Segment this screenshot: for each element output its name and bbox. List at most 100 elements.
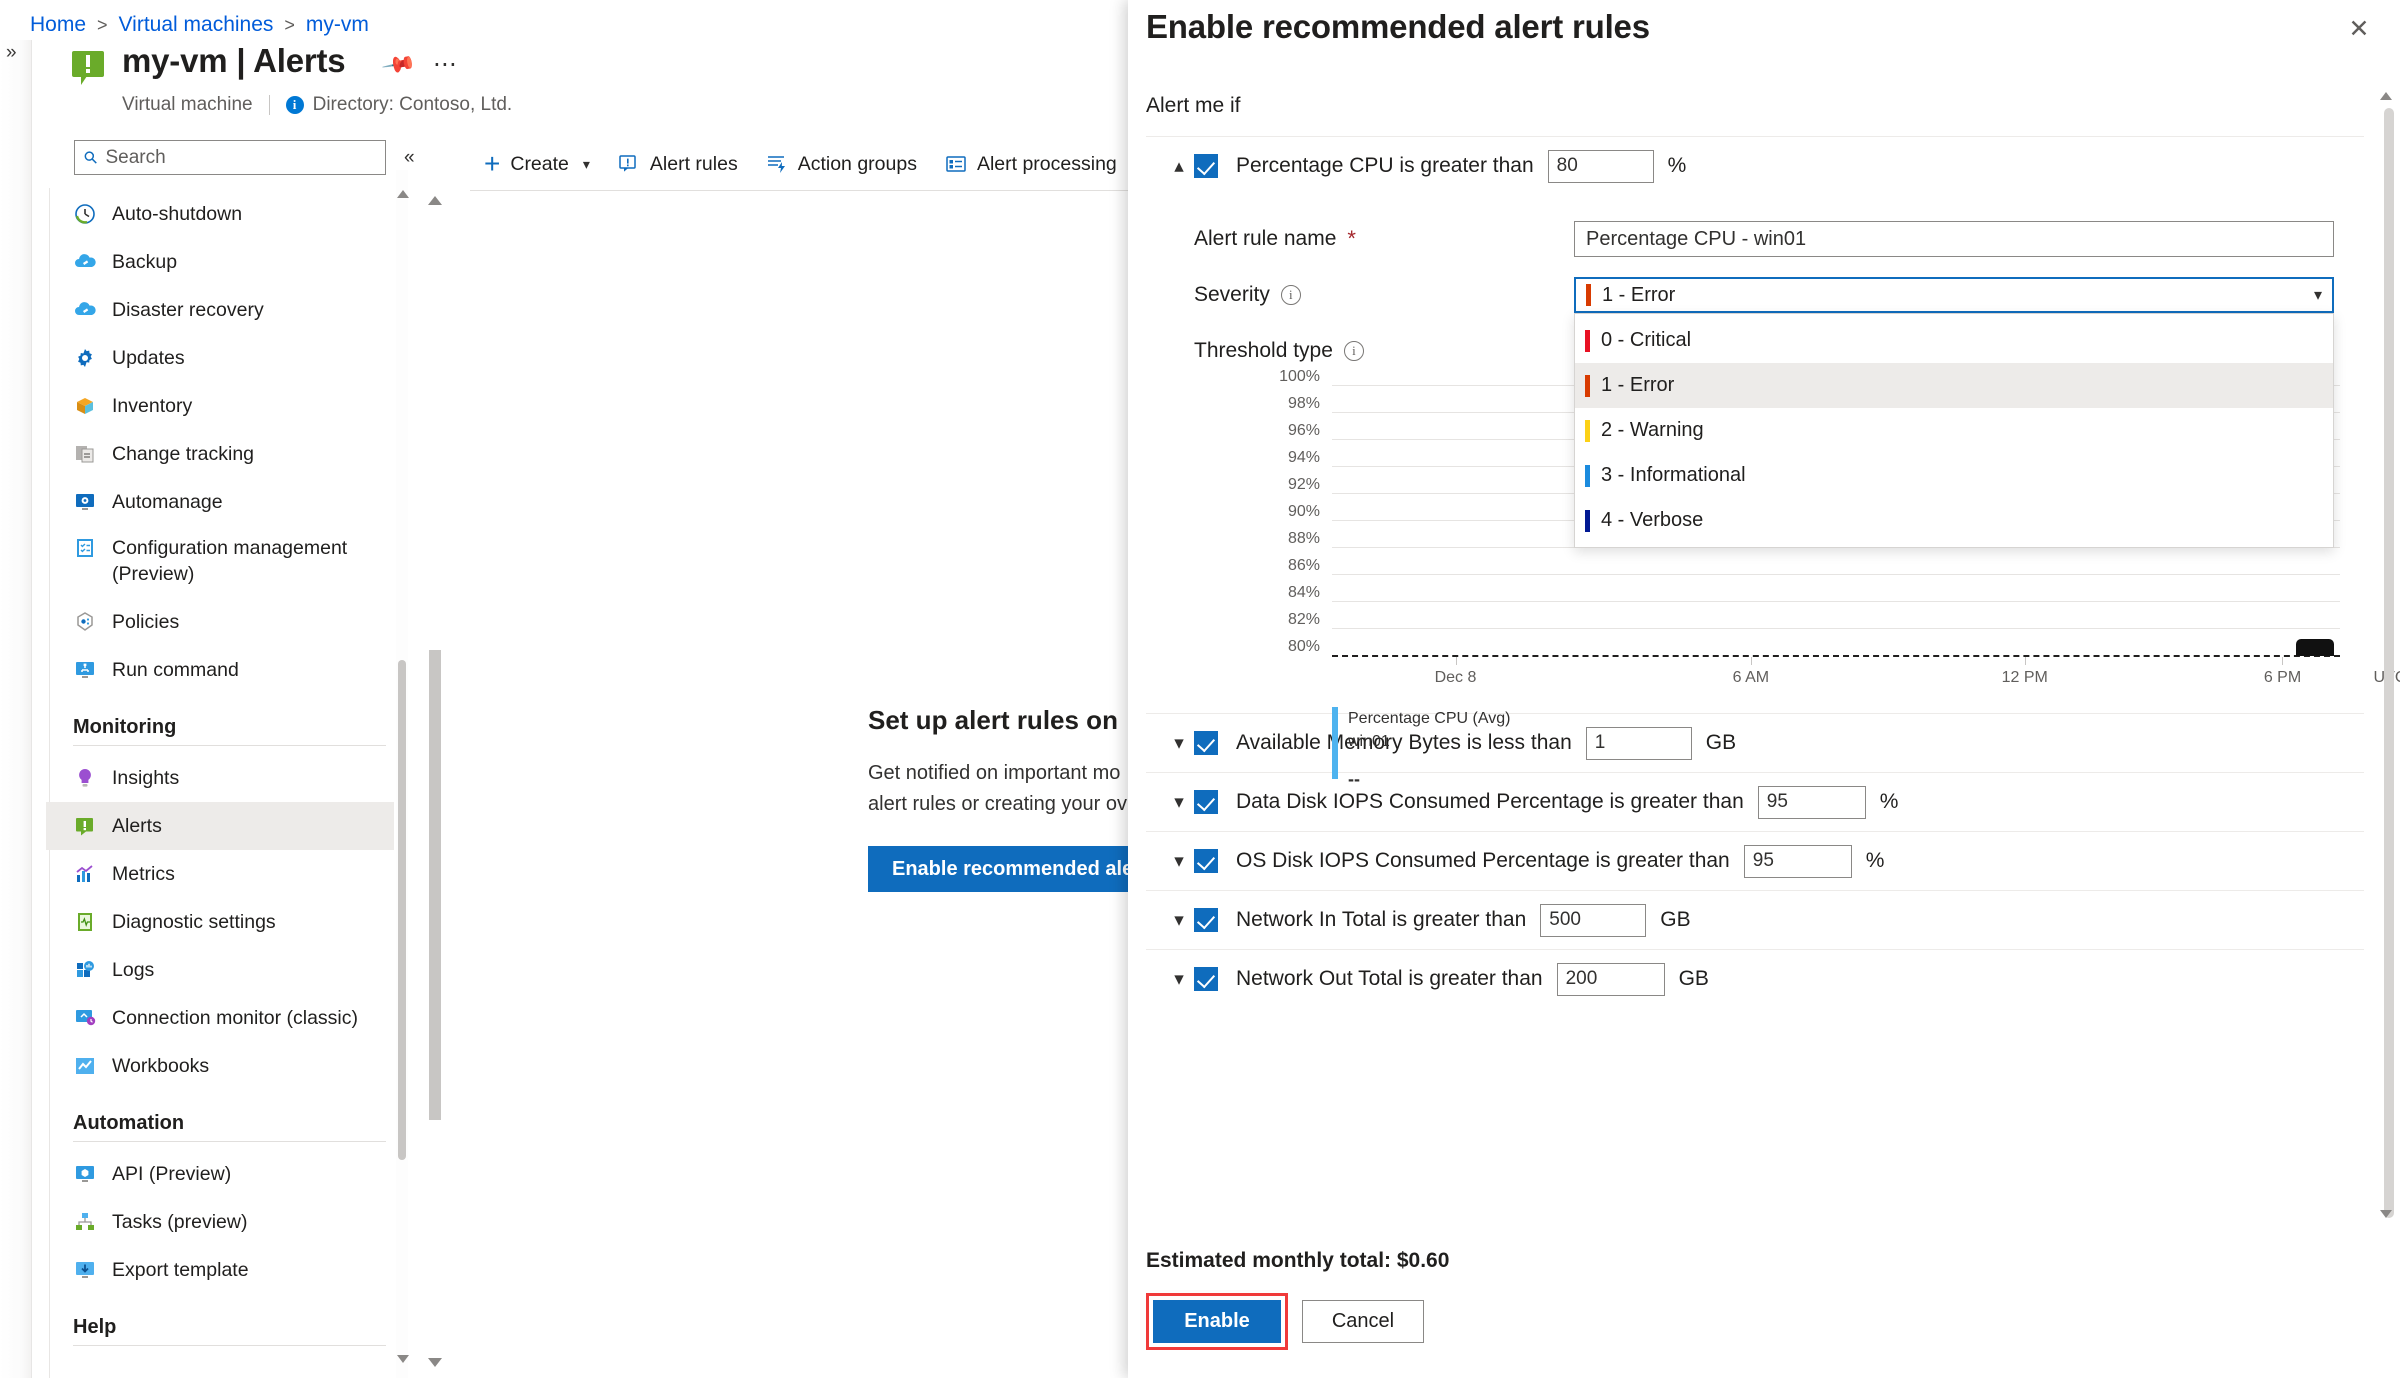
sidebar-item-run-command[interactable]: Run command <box>46 646 394 694</box>
severity-option-color-bar <box>1585 464 1590 487</box>
rule-row-percentage-cpu[interactable]: ▴ Percentage CPU is greater than % <box>1146 136 2364 195</box>
gear-icon <box>73 346 97 370</box>
sidebar-section-divider <box>73 1345 386 1346</box>
threshold-input[interactable] <box>1743 844 1852 878</box>
alert-rule-name-input[interactable] <box>1574 221 2334 257</box>
rule-checkbox[interactable] <box>1194 731 1218 755</box>
sidebar-item-export-template[interactable]: Export template <box>46 1246 394 1294</box>
sidebar-item-change-tracking[interactable]: Change tracking <box>46 430 394 478</box>
threshold-input[interactable] <box>1547 149 1654 183</box>
sidebar-item-backup[interactable]: Backup <box>46 238 394 286</box>
more-options-icon[interactable]: ⋯ <box>433 53 459 76</box>
severity-option-0[interactable]: 0 - Critical <box>1575 318 2333 363</box>
chart-x-tick-label: Dec 8 <box>1434 669 1477 686</box>
chevron-down-icon[interactable]: ▾ <box>1164 909 1194 932</box>
chevron-down-icon[interactable]: ▾ <box>2314 285 2322 305</box>
rule-checkbox[interactable] <box>1194 154 1218 178</box>
content-scrollbar-thumb[interactable] <box>429 650 441 1120</box>
command-label: Action groups <box>797 152 917 175</box>
panel-scrollbar-thumb[interactable] <box>2384 108 2394 1218</box>
sidebar-item-insights[interactable]: Insights <box>46 754 394 802</box>
search-icon: ⚲ <box>79 146 102 169</box>
severity-dropdown[interactable]: 1 - Error ▾ <box>1574 277 2334 313</box>
rule-label: Percentage CPU is greater than <box>1236 154 1534 177</box>
severity-option-3[interactable]: 3 - Informational <box>1575 453 2333 498</box>
rule-row-3[interactable]: ▾ Network In Total is greater than GB <box>1146 890 2364 949</box>
threshold-input[interactable] <box>1556 962 1665 996</box>
chevron-up-icon[interactable]: ▴ <box>1164 155 1194 178</box>
severity-option-1[interactable]: 1 - Error <box>1575 363 2333 408</box>
sidebar-scroll-down-icon[interactable] <box>397 1355 409 1363</box>
sidebar-item-workbooks[interactable]: Workbooks <box>46 1042 394 1090</box>
chevron-down-icon[interactable]: ▾ <box>1164 732 1194 755</box>
breadcrumb-item-virtual-machines[interactable]: Virtual machines <box>119 13 274 37</box>
chevron-down-icon: ▾ <box>582 155 590 172</box>
chart-x-tick <box>1455 657 1457 665</box>
enable-button[interactable]: Enable <box>1153 1300 1281 1343</box>
sidebar-item-disaster-recovery[interactable]: Disaster recovery <box>46 286 394 334</box>
rule-checkbox[interactable] <box>1194 967 1218 991</box>
breadcrumb-item-my-vm[interactable]: my-vm <box>306 13 369 37</box>
sidebar-item-label: Backup <box>112 250 178 273</box>
enable-recommended-alerts-button[interactable]: Enable recommended ale <box>868 846 1158 892</box>
rule-row-0[interactable]: ▾Available Memory Bytes is less thanGB <box>1146 713 2364 772</box>
severity-option-4[interactable]: 4 - Verbose <box>1575 498 2333 543</box>
rule-row-2[interactable]: ▾ OS Disk IOPS Consumed Percentage is gre… <box>1146 831 2364 890</box>
chevron-down-icon[interactable]: ▾ <box>1164 968 1194 991</box>
action-groups-button[interactable]: Action groups <box>752 142 931 186</box>
alert-processing-button[interactable]: Alert processing <box>931 142 1131 186</box>
sidebar-item-automanage[interactable]: Automanage <box>46 478 394 526</box>
expand-menu-icon[interactable]: » <box>6 42 17 64</box>
content-scroll-down-icon[interactable] <box>428 1358 442 1367</box>
severity-option-2[interactable]: 2 - Warning <box>1575 408 2333 453</box>
threshold-input[interactable] <box>1540 903 1647 937</box>
subtitle-divider <box>268 95 270 115</box>
resource-type-label: Virtual machine <box>122 94 253 115</box>
sidebar-scroll-up-icon[interactable] <box>397 190 409 198</box>
sidebar-item-label: Metrics <box>112 862 175 885</box>
sidebar-item-diagnostic-settings[interactable]: Diagnostic settings <box>46 898 394 946</box>
severity-dropdown-menu[interactable]: 0 - Critical 1 - Error 2 - Warning 3 - Info… <box>1574 313 2334 548</box>
chevron-down-icon[interactable]: ▾ <box>1164 791 1194 814</box>
rule-row-1[interactable]: ▾ Data Disk IOPS Consumed Percentage is g… <box>1146 772 2364 831</box>
bar-chart-icon <box>73 862 97 886</box>
content-scroll-up-icon[interactable] <box>428 196 442 205</box>
sidebar-item-updates[interactable]: Updates <box>46 334 394 382</box>
sidebar-search-box[interactable]: ⚲ <box>74 140 386 175</box>
sidebar-item-inventory[interactable]: Inventory <box>46 382 394 430</box>
chart-gridline <box>1332 628 2340 629</box>
sidebar-item-policies[interactable]: Policies <box>46 598 394 646</box>
close-icon[interactable]: ✕ <box>2342 12 2376 46</box>
info-icon[interactable]: i <box>1280 285 1301 305</box>
sidebar-scrollbar-thumb[interactable] <box>398 660 406 1160</box>
breadcrumb-item-home[interactable]: Home <box>30 13 86 37</box>
sidebar-item-logs[interactable]: Logs <box>46 946 394 994</box>
estimated-monthly-total: Estimated monthly total: $0.60 <box>1146 1249 1450 1272</box>
rule-checkbox[interactable] <box>1194 849 1218 873</box>
sidebar-item-configuration-management[interactable]: Configuration management (Preview) <box>46 526 394 598</box>
rule-checkbox[interactable] <box>1194 790 1218 814</box>
sidebar-item-metrics[interactable]: Metrics <box>46 850 394 898</box>
alert-rules-button[interactable]: Alert rules <box>604 142 752 186</box>
threshold-input[interactable] <box>1585 726 1692 760</box>
search-input[interactable] <box>105 146 375 169</box>
pin-icon[interactable]: 📌 <box>380 46 418 83</box>
chart-y-tick-label: 100% <box>1279 368 1320 385</box>
sidebar-item-alerts[interactable]: Alerts <box>46 802 394 850</box>
create-button[interactable]: + Create ▾ <box>470 142 604 186</box>
threshold-input[interactable] <box>1757 785 1866 819</box>
sidebar-item-api-preview[interactable]: API (Preview) <box>46 1150 394 1198</box>
double-chevron-left-icon[interactable]: « <box>404 147 415 169</box>
chevron-down-icon[interactable]: ▾ <box>1164 850 1194 873</box>
panel-scroll-down-icon[interactable] <box>2380 1210 2392 1218</box>
command-label: Alert rules <box>649 152 738 175</box>
rule-checkbox[interactable] <box>1194 908 1218 932</box>
sidebar-item-connection-monitor[interactable]: Connection monitor (classic) <box>46 994 394 1042</box>
rule-unit: GB <box>1705 731 1737 754</box>
sidebar-item-tasks-preview[interactable]: Tasks (preview) <box>46 1198 394 1246</box>
sidebar-item-auto-shutdown[interactable]: Auto-shutdown <box>46 190 394 238</box>
rule-unit: % <box>1667 154 1687 177</box>
rule-row-4[interactable]: ▾ Network Out Total is greater than GB <box>1146 949 2364 1008</box>
cancel-button[interactable]: Cancel <box>1302 1300 1424 1343</box>
info-icon[interactable]: i <box>1343 341 1364 361</box>
